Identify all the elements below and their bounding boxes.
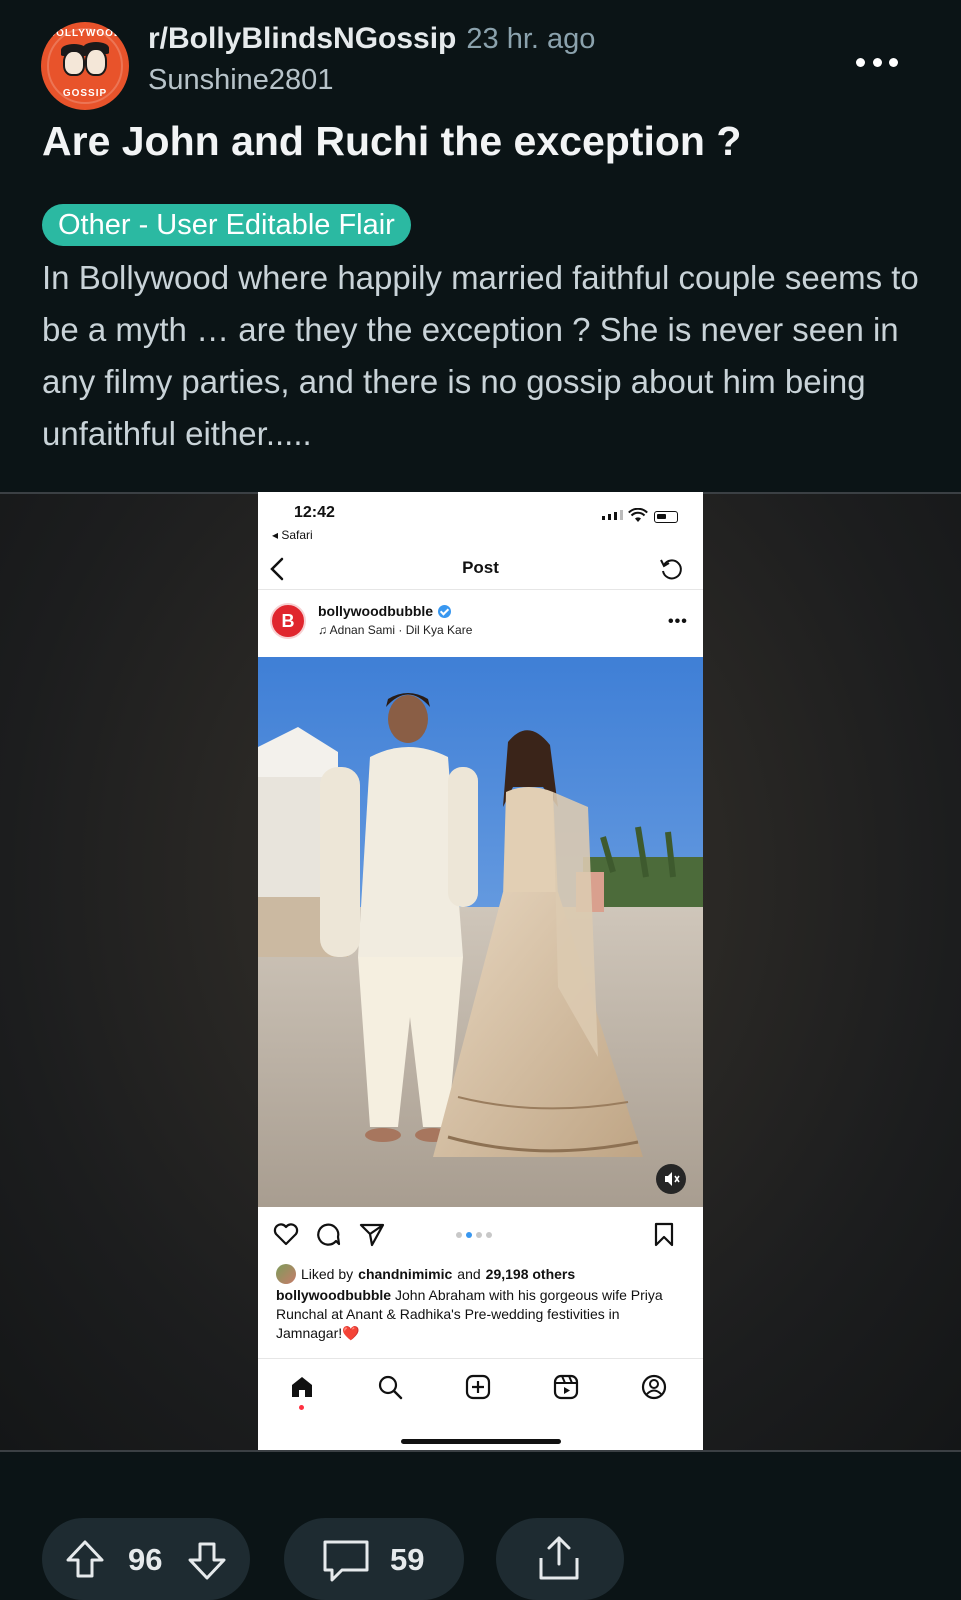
likes-user: chandnimimic [358, 1266, 453, 1282]
status-time: 12:42 [294, 504, 335, 521]
nav-title: Post [462, 558, 499, 577]
send-icon [359, 1223, 385, 1247]
ig-more-icon: ••• [668, 613, 688, 630]
ig-post-header: B bollywoodbubble ♫ Adnan Sami · Dil Kya… [258, 591, 703, 649]
post-media[interactable]: 12:42 ◂ Safari Post B bollywoodbubble ♫ … [0, 492, 961, 1452]
carousel-dot [476, 1232, 482, 1238]
downvote-arrow-icon[interactable] [186, 1540, 228, 1582]
home-indicator [401, 1439, 561, 1444]
post-time: 23 hr. ago [466, 23, 596, 55]
caption-user: bollywoodbubble [276, 1287, 392, 1303]
post-flair[interactable]: Other - User Editable Flair [42, 204, 411, 246]
profile-icon [641, 1374, 667, 1400]
back-to-safari: ◂ Safari [272, 528, 313, 542]
ig-action-bar [258, 1208, 703, 1260]
avatar-top-text: BOLLYWOOD [47, 28, 123, 39]
share-button[interactable] [496, 1518, 624, 1600]
ig-caption: bollywoodbubble John Abraham with his go… [276, 1286, 686, 1343]
phone-status-bar: 12:42 ◂ Safari [258, 492, 703, 548]
mute-icon [656, 1164, 686, 1194]
avatar-face-right [85, 48, 107, 76]
post-action-bar: 96 59 [0, 1452, 961, 1600]
subreddit-line: r/BollyBlindsNGossip 23 hr. ago [148, 22, 595, 60]
home-icon [292, 1377, 312, 1397]
comments-button[interactable]: 59 [284, 1518, 464, 1600]
post-header: BOLLYWOOD GOSSIP r/BollyBlindsNGossip 23… [0, 0, 961, 492]
couple-photo-illustration [258, 657, 703, 1207]
ig-likes-line: Liked by chandnimimic and 29,198 others [276, 1264, 575, 1284]
heart-icon [273, 1223, 299, 1246]
ig-account-name-row: bollywoodbubble [318, 603, 452, 619]
comment-bubble-icon [323, 1540, 369, 1582]
home-active-dot [299, 1405, 304, 1410]
avatar-face-left [63, 50, 85, 76]
bookmark-icon [654, 1222, 674, 1247]
carousel-dot [486, 1232, 492, 1238]
share-icon [539, 1536, 579, 1580]
instagram-screenshot: 12:42 ◂ Safari Post B bollywoodbubble ♫ … [258, 492, 703, 1452]
create-post-icon [465, 1374, 491, 1400]
battery-icon [654, 511, 678, 523]
avatar-bottom-text: GOSSIP [62, 88, 108, 99]
wifi-icon [628, 508, 648, 522]
vote-pill: 96 [42, 1518, 250, 1600]
search-icon [378, 1375, 403, 1400]
comment-icon [317, 1223, 341, 1246]
post-title: Are John and Ruchi the exception ? [42, 118, 742, 164]
carousel-dot [456, 1232, 462, 1238]
ig-tab-bar [258, 1358, 703, 1418]
likes-mid: and [457, 1266, 481, 1282]
ig-account-name: bollywoodbubble [318, 603, 434, 619]
liker-avatar [276, 1264, 296, 1284]
upvote-arrow-icon[interactable] [64, 1538, 106, 1580]
subreddit-avatar[interactable]: BOLLYWOOD GOSSIP [41, 22, 129, 110]
post-author[interactable]: Sunshine2801 [148, 64, 333, 97]
couple-photo [258, 657, 703, 1207]
vote-score: 96 [128, 1542, 163, 1577]
signal-icon [602, 510, 623, 520]
likes-count: 29,198 others [485, 1266, 576, 1282]
carousel-dots [456, 1232, 492, 1238]
verified-badge-icon [438, 604, 452, 618]
carousel-dot [466, 1232, 472, 1238]
refresh-icon [660, 559, 682, 580]
subreddit-name[interactable]: r/BollyBlindsNGossip [148, 22, 456, 56]
more-horizontal-icon[interactable] [856, 50, 898, 74]
post-body: In Bollywood where happily married faith… [42, 259, 919, 452]
likes-prefix: Liked by [301, 1266, 354, 1282]
ig-song: ♫ Adnan Sami · Dil Kya Kare [318, 623, 473, 637]
ig-profile-avatar: B [270, 603, 306, 639]
phone-nav-bar: Post [258, 548, 703, 590]
comment-count: 59 [390, 1542, 425, 1577]
reels-icon [553, 1374, 579, 1400]
